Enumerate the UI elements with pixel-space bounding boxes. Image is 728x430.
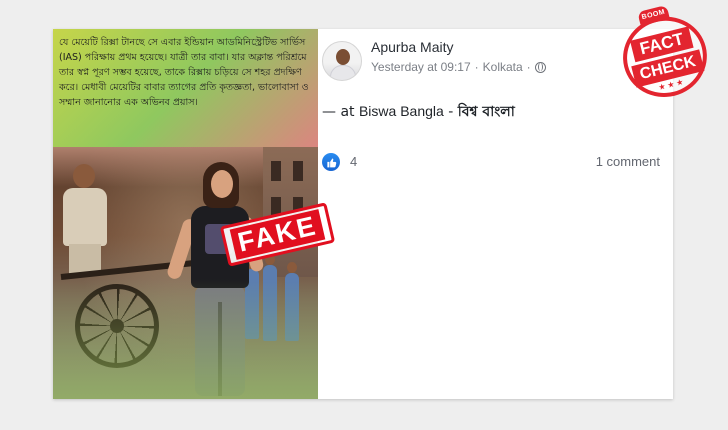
- post-location[interactable]: Kolkata: [483, 60, 523, 74]
- like-icon[interactable]: [322, 153, 340, 171]
- image-caption: যে মেয়েটি রিক্সা টানছে সে এবার ইন্ডিয়া…: [59, 37, 309, 108]
- checkin-place-bengali[interactable]: বিশ্ব বাংলা: [458, 104, 515, 120]
- post-meta: Yesterday at 09:17 · Kolkata ·: [371, 60, 546, 74]
- avatar[interactable]: [322, 41, 362, 81]
- globe-icon[interactable]: [534, 61, 546, 73]
- rickshaw-passenger: [59, 164, 111, 274]
- like-count[interactable]: 4: [350, 154, 357, 169]
- checkin-line: — at Biswa Bangla - বিশ্ব বাংলা: [322, 103, 515, 120]
- author-name[interactable]: Apurba Maity: [371, 39, 453, 55]
- comment-count[interactable]: 1 comment: [596, 154, 660, 169]
- checkin-place[interactable]: Biswa Bangla: [359, 103, 444, 119]
- post-time[interactable]: Yesterday at 09:17: [371, 60, 471, 74]
